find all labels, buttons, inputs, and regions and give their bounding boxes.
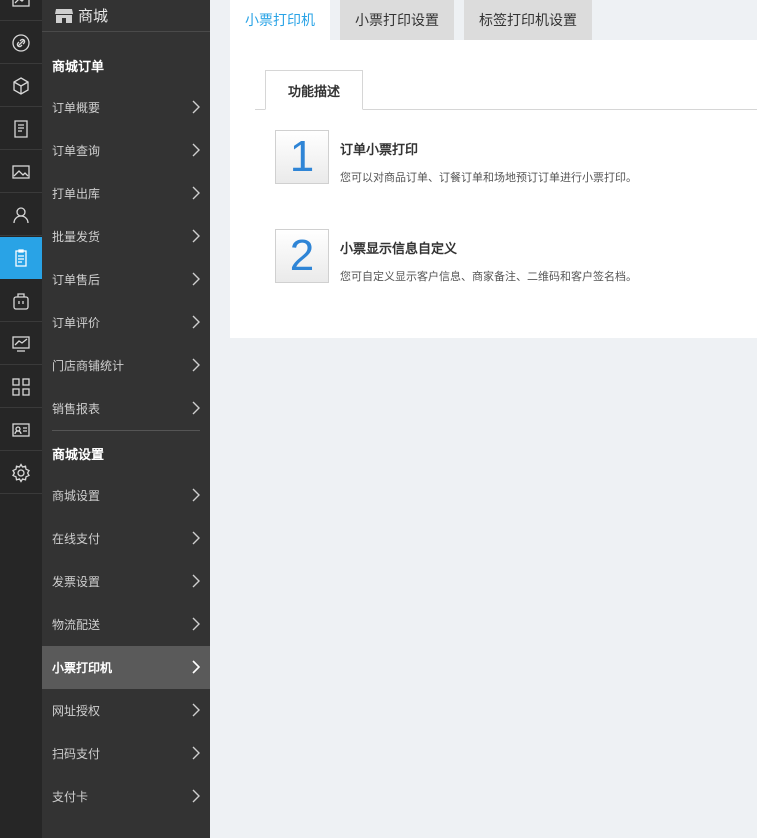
chevron-right-icon [192, 143, 200, 157]
tab-receipt-print-settings[interactable]: 小票打印设置 [340, 0, 454, 40]
bag-icon [13, 292, 29, 310]
chevron-right-icon [192, 100, 200, 114]
menu-item-pay-card[interactable]: 支付卡 [42, 775, 210, 818]
rail-grid[interactable] [0, 366, 42, 408]
menu-item-label: 在线支付 [52, 532, 101, 546]
chevron-right-icon [192, 746, 200, 760]
rail-clipboard[interactable] [0, 237, 42, 279]
menu-item-label: 门店商铺统计 [52, 359, 125, 373]
menu-item-label: 扫码支付 [52, 747, 101, 761]
chevron-right-icon [192, 315, 200, 329]
menu-item-scan-pay[interactable]: 扫码支付 [42, 732, 210, 775]
feature-description: 您可自定义显示客户信息、商家备注、二维码和客户签名档。 [340, 270, 637, 283]
feature-item: 2 小票显示信息自定义 您可自定义显示客户信息、商家备注、二维码和客户签名档。 [275, 229, 745, 285]
chevron-right-icon [192, 531, 200, 545]
menu-item-order-review[interactable]: 订单评价 [42, 301, 210, 344]
clipboard-icon [15, 249, 27, 267]
menu-item-label: 打单出库 [52, 187, 101, 201]
rail-user[interactable] [0, 194, 42, 236]
menu-item-label: 商城设置 [52, 489, 101, 503]
main-content: 小票打印机 小票打印设置 标签打印机设置 功能描述 1 订单小票打印 您可以对商… [210, 0, 757, 838]
menu-item-label: 支付卡 [52, 790, 89, 804]
tab-receipt-printer[interactable]: 小票打印机 [230, 0, 330, 40]
chevron-right-icon [192, 660, 200, 674]
side-menu: 商城 商城订单 订单概要 订单查询 打单出库 批量发货 订单售后 订单评价 门店… [42, 0, 210, 838]
id-card-icon [12, 422, 30, 437]
chart-icon [12, 0, 30, 7]
box-icon [13, 76, 29, 95]
menu-item-label: 网址授权 [52, 704, 101, 718]
menu-item-label: 物流配送 [52, 618, 101, 632]
chevron-right-icon [192, 272, 200, 286]
rail-chart[interactable] [0, 0, 42, 21]
image-icon [12, 164, 30, 179]
feature-description: 您可以对商品订单、订餐订单和场地预订订单进行小票打印。 [340, 171, 637, 184]
rail-box[interactable] [0, 65, 42, 107]
feature-title: 小票显示信息自定义 [340, 242, 458, 257]
store-icon [55, 8, 73, 23]
menu-item-bulk-ship[interactable]: 批量发货 [42, 215, 210, 258]
menu-title: 商城 [78, 7, 109, 25]
menu-item-logistics[interactable]: 物流配送 [42, 603, 210, 646]
menu-item-label: 订单查询 [52, 144, 101, 158]
menu-header: 商城 [42, 0, 210, 32]
grid-icon [12, 377, 30, 396]
group-title-orders: 商城订单 [52, 60, 105, 75]
feature-title: 订单小票打印 [340, 143, 419, 158]
rail-image[interactable] [0, 151, 42, 193]
link-icon [12, 33, 30, 52]
document-icon [14, 119, 28, 138]
chevron-right-icon [192, 358, 200, 372]
chevron-right-icon [192, 488, 200, 502]
menu-item-label: 发票设置 [52, 575, 101, 589]
subtab-feature-description[interactable]: 功能描述 [265, 70, 363, 110]
menu-item-order-query[interactable]: 订单查询 [42, 129, 210, 172]
tab-label-printer-settings[interactable]: 标签打印机设置 [464, 0, 592, 40]
menu-item-after-sales[interactable]: 订单售后 [42, 258, 210, 301]
menu-item-order-summary[interactable]: 订单概要 [42, 86, 210, 129]
menu-item-label: 销售报表 [52, 402, 101, 416]
menu-item-label: 小票打印机 [52, 661, 113, 675]
chevron-right-icon [192, 229, 200, 243]
group-title-settings: 商城设置 [52, 448, 105, 463]
menu-divider [52, 430, 200, 431]
menu-item-label: 订单概要 [52, 101, 101, 115]
feature-item: 1 订单小票打印 您可以对商品订单、订餐订单和场地预订订单进行小票打印。 [275, 130, 745, 186]
menu-item-label: 订单售后 [52, 273, 101, 287]
menu-item-label: 批量发货 [52, 230, 101, 244]
feature-number: 1 [275, 130, 329, 184]
feature-number: 2 [275, 229, 329, 283]
menu-item-invoice-settings[interactable]: 发票设置 [42, 560, 210, 603]
menu-item-receipt-printer[interactable]: 小票打印机 [42, 646, 210, 689]
menu-item-print-ship[interactable]: 打单出库 [42, 172, 210, 215]
tab-panel: 功能描述 1 订单小票打印 您可以对商品订单、订餐订单和场地预订订单进行小票打印… [230, 40, 757, 338]
menu-item-online-payment[interactable]: 在线支付 [42, 517, 210, 560]
menu-item-mall-settings[interactable]: 商城设置 [42, 474, 210, 517]
menu-item-url-auth[interactable]: 网址授权 [42, 689, 210, 732]
user-icon [13, 206, 29, 223]
rail-gear[interactable] [0, 452, 42, 494]
rail-monitor-chart[interactable] [0, 323, 42, 365]
icon-rail [0, 0, 42, 838]
chevron-right-icon [192, 186, 200, 200]
chevron-right-icon [192, 789, 200, 803]
rail-id-card[interactable] [0, 409, 42, 451]
menu-item-sales-report[interactable]: 销售报表 [42, 387, 210, 430]
rail-document[interactable] [0, 108, 42, 150]
rail-bag[interactable] [0, 280, 42, 322]
gear-icon [12, 462, 30, 483]
menu-item-store-stats[interactable]: 门店商铺统计 [42, 344, 210, 387]
chevron-right-icon [192, 703, 200, 717]
chevron-right-icon [192, 401, 200, 415]
monitor-chart-icon [12, 335, 30, 352]
rail-link[interactable] [0, 22, 42, 64]
chevron-right-icon [192, 574, 200, 588]
chevron-right-icon [192, 617, 200, 631]
menu-item-label: 订单评价 [52, 316, 101, 330]
